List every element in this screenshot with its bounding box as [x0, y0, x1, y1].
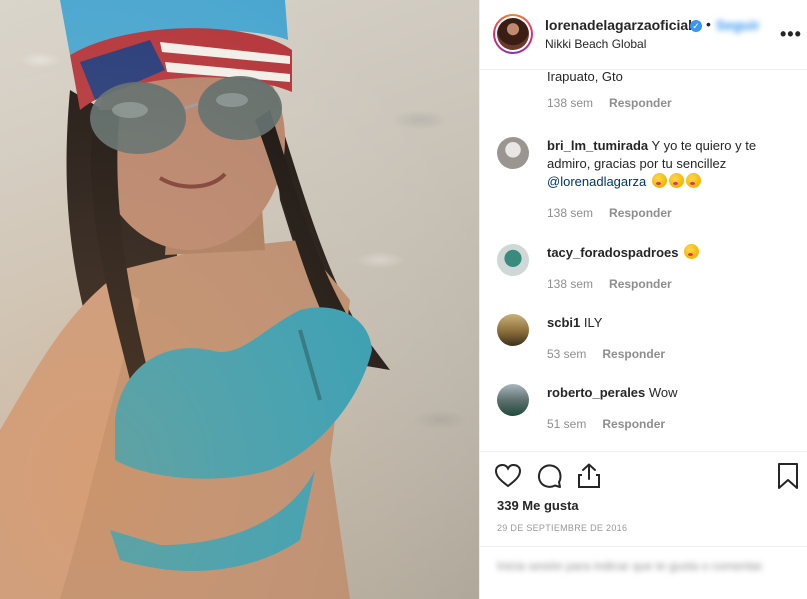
comment-age: 53 sem: [547, 347, 587, 361]
kiss-emoji-icon: [651, 173, 667, 188]
bookmark-icon[interactable]: [776, 462, 800, 490]
likes-count[interactable]: 339 Me gusta: [497, 498, 579, 513]
author-username[interactable]: lorenadelagarzaoficial: [545, 17, 692, 33]
more-options-icon[interactable]: •••: [780, 24, 802, 45]
comment-avatar[interactable]: [497, 384, 529, 416]
login-prompt[interactable]: Inicia sesión para indicar que te gusta …: [497, 557, 787, 575]
comment-text: Irapuato, Gto: [547, 71, 623, 84]
verified-badge-icon: ✓: [690, 20, 702, 32]
comment-age: 138 sem: [547, 277, 594, 291]
comment-text: ILY: [583, 315, 603, 330]
comment-icon[interactable]: [535, 462, 563, 490]
heart-icon[interactable]: [494, 462, 522, 490]
post-date[interactable]: 29 DE SEPTIEMBRE DE 2016: [497, 523, 627, 533]
follow-button[interactable]: Seguir: [716, 17, 760, 33]
comment-mention[interactable]: @lorenadlagarza: [547, 174, 646, 189]
kiss-emoji-icon: [684, 244, 700, 259]
comment-avatar[interactable]: [497, 137, 529, 169]
comment-avatar[interactable]: [497, 314, 529, 346]
comment-username[interactable]: scbi1: [547, 315, 580, 330]
post-actions: 339 Me gusta 29 DE SEPTIEMBRE DE 2016 In…: [480, 451, 807, 599]
comment-age: 138 sem: [547, 96, 594, 110]
post-sidebar: lorenadelagarzaoficial ✓ • Seguir Nikki …: [479, 0, 807, 599]
kiss-emoji-icon: [668, 173, 684, 188]
reply-button[interactable]: Responder: [602, 417, 665, 431]
separator-dot: •: [706, 16, 711, 32]
reply-button[interactable]: Responder: [609, 206, 672, 220]
comment-username[interactable]: tacy_foradospadroes: [547, 245, 679, 260]
reply-button[interactable]: Responder: [609, 277, 672, 291]
comment-age: 138 sem: [547, 206, 594, 220]
comment-avatar[interactable]: [497, 244, 529, 276]
post-photo[interactable]: [0, 0, 479, 599]
comment-username[interactable]: bri_lm_tumirada: [547, 138, 648, 153]
kiss-emoji-icon: [685, 173, 701, 188]
comment-text: Wow: [648, 385, 678, 400]
author-avatar[interactable]: [493, 14, 533, 54]
comment-age: 51 sem: [547, 417, 587, 431]
share-icon[interactable]: [575, 462, 603, 490]
login-prompt-bar: Inicia sesión para indicar que te gusta …: [480, 546, 807, 599]
post-header: lorenadelagarzaoficial ✓ • Seguir Nikki …: [480, 0, 807, 70]
beach-selfie-illustration: [0, 0, 479, 599]
post-location[interactable]: Nikki Beach Global: [545, 37, 646, 51]
comments-list[interactable]: Irapuato, Gto 138 sem Responder bri_lm_tu…: [480, 71, 807, 451]
reply-button[interactable]: Responder: [602, 347, 665, 361]
reply-button[interactable]: Responder: [609, 96, 672, 110]
comment-username[interactable]: roberto_perales: [547, 385, 645, 400]
